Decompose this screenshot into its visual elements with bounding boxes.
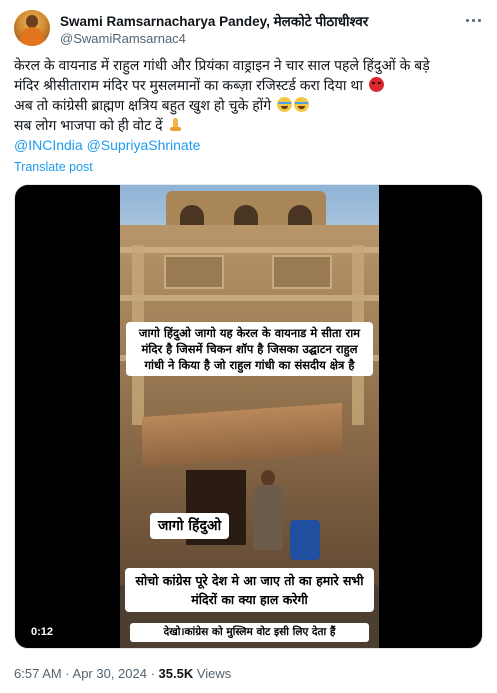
video-caption-bottom: सोचो कांग्रेस पूरे देश मे आ जाए तो का हम… (125, 568, 374, 612)
person (250, 470, 286, 550)
video-caption-top: जागो हिंदुओ जागो यह केरल के वायनाड मे सी… (126, 322, 373, 376)
video-caption-footer: देखो।कांग्रेस को मुस्लिम वोट इसी लिए देत… (130, 623, 369, 642)
author-handle[interactable]: @SwamiRamsarnac4 (60, 31, 186, 46)
views-count: 35.5K (158, 666, 194, 681)
angry-face-emoji (368, 77, 384, 92)
post-meta: 6:57 AM · Apr 30, 2024 · 35.5K Views (14, 666, 231, 681)
loudly-crying-face-emoji (294, 97, 310, 112)
avatar[interactable] (14, 10, 50, 46)
mentions-link[interactable]: @INCIndia @SupriyaShrinate (14, 135, 484, 155)
post-line-2: मंदिर श्रीसीताराम मंदिर पर मुसलमानों का … (14, 75, 484, 95)
video-player[interactable]: जागो हिंदुओ जागो यह केरल के वायनाड मे सी… (14, 184, 483, 649)
video-caption-middle: जागो हिंदुओ (150, 513, 230, 539)
post-line-1: केरल के वायनाड में राहुल गांधी और प्रियं… (14, 57, 430, 73)
folded-hands-emoji (168, 117, 183, 132)
post-timestamp[interactable]: 6:57 AM · Apr 30, 2024 · (14, 666, 159, 681)
more-horizontal-icon[interactable] (464, 12, 484, 28)
post-header: Swami Ramsarnacharya Pandey, मेलकोटे पीठ… (14, 10, 484, 50)
video-frame[interactable]: जागो हिंदुओ जागो यह केरल के वायनाड मे सी… (120, 185, 379, 648)
video-timecode: 0:12 (25, 624, 60, 640)
translate-post-link[interactable]: Translate post (14, 160, 93, 174)
post-line-3: अब तो कांग्रेसी ब्राह्मण क्षत्रिय बहुत ख… (14, 95, 484, 115)
post-text: केरल के वायनाड में राहुल गांधी और प्रियं… (14, 55, 484, 155)
views-label: Views (193, 666, 232, 681)
author-name[interactable]: Swami Ramsarnacharya Pandey, मेलकोटे पीठ… (60, 12, 368, 30)
loudly-crying-face-emoji (277, 97, 293, 112)
post-line-4: सब लोग भाजपा को ही वोट दें (14, 115, 484, 135)
